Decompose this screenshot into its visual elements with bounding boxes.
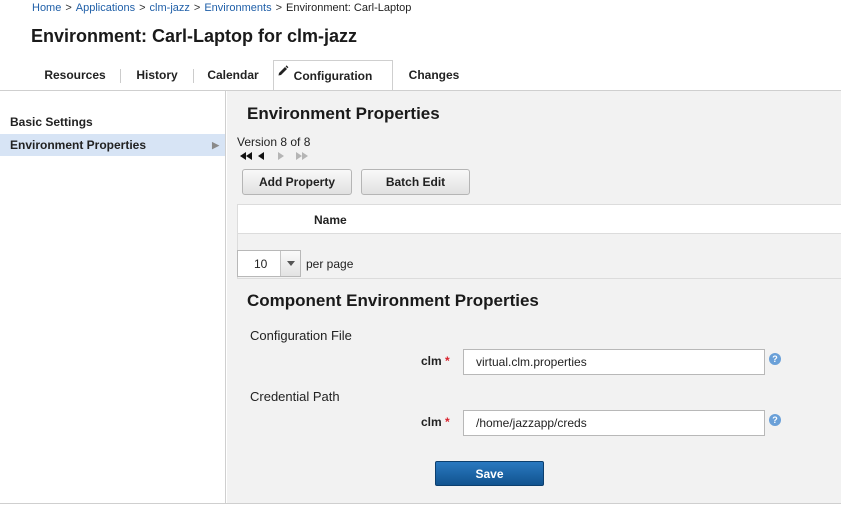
property-name-label: clm: [421, 354, 442, 368]
tab-configuration-label: Configuration: [293, 69, 373, 83]
property-name-label: clm: [421, 415, 442, 429]
help-icon[interactable]: ?: [769, 414, 781, 426]
tab-history[interactable]: History: [121, 60, 193, 91]
add-property-button[interactable]: Add Property: [242, 169, 352, 195]
tab-configuration[interactable]: Configuration: [273, 60, 393, 92]
page-size-value: 10: [254, 257, 268, 271]
first-icon[interactable]: [239, 150, 253, 162]
sidebar: Basic Settings Environment Properties ▶: [0, 91, 226, 503]
tab-calendar[interactable]: Calendar: [194, 60, 272, 91]
tab-bar: Resources History Calendar Configuration…: [30, 60, 841, 92]
previous-icon[interactable]: [256, 150, 265, 162]
breadcrumb-home-link[interactable]: Home: [32, 2, 61, 14]
section-title-environment-properties: Environment Properties: [247, 104, 440, 123]
batch-edit-button[interactable]: Batch Edit: [361, 169, 470, 195]
properties-table-body: [237, 234, 841, 278]
pencil-icon: [278, 65, 289, 76]
page-size-select[interactable]: 10: [237, 250, 301, 277]
page-title: Environment: Carl-Laptop for clm-jazz: [31, 26, 358, 46]
sidebar-item-label: Basic Settings: [10, 115, 93, 129]
properties-table-header: Name: [237, 204, 841, 234]
breadcrumb-separator: >: [193, 2, 201, 14]
page-bottom-border: [0, 503, 841, 504]
property-name: clm *: [421, 415, 450, 429]
configuration-file-input[interactable]: [463, 349, 765, 375]
breadcrumb-separator: >: [139, 2, 146, 14]
tab-changes[interactable]: Changes: [394, 60, 474, 91]
section-divider: [237, 278, 841, 279]
page-size-dropdown-button[interactable]: [280, 251, 300, 276]
breadcrumb-separator: >: [275, 2, 283, 14]
save-button[interactable]: Save: [435, 461, 544, 486]
required-marker: *: [445, 415, 450, 429]
breadcrumb-applications-link[interactable]: Applications: [76, 2, 135, 14]
sidebar-item-basic-settings[interactable]: Basic Settings: [0, 111, 225, 133]
sidebar-item-environment-properties[interactable]: Environment Properties ▶: [0, 134, 225, 156]
breadcrumb-application-link[interactable]: clm-jazz: [150, 2, 190, 14]
tab-resources[interactable]: Resources: [30, 60, 120, 91]
breadcrumb-environments-link[interactable]: Environments: [204, 2, 271, 14]
breadcrumb: Home > Applications > clm-jazz > Environments >…: [32, 2, 411, 14]
triangle-right-icon: ▶: [212, 140, 219, 150]
group-label-credential-path: Credential Path: [250, 389, 340, 404]
breadcrumb-current: Environment: Carl-Laptop: [286, 2, 412, 14]
section-title-component-properties: Component Environment Properties: [247, 291, 539, 310]
main-panel: Environment Properties Version 8 of 8 Ad…: [227, 91, 841, 503]
version-indicator: Version 8 of 8: [237, 135, 311, 149]
credential-path-input[interactable]: [463, 410, 765, 436]
help-icon[interactable]: ?: [769, 353, 781, 365]
sidebar-item-label: Environment Properties: [10, 138, 147, 152]
caret-down-icon: [287, 261, 295, 266]
per-page-label: per page: [306, 257, 354, 271]
breadcrumb-separator: >: [65, 2, 72, 14]
last-icon: [296, 152, 308, 160]
next-icon: [278, 152, 284, 160]
required-marker: *: [445, 354, 450, 368]
property-name: clm *: [421, 354, 450, 368]
column-header-name[interactable]: Name: [314, 213, 347, 227]
group-label-configuration-file: Configuration File: [250, 328, 352, 343]
